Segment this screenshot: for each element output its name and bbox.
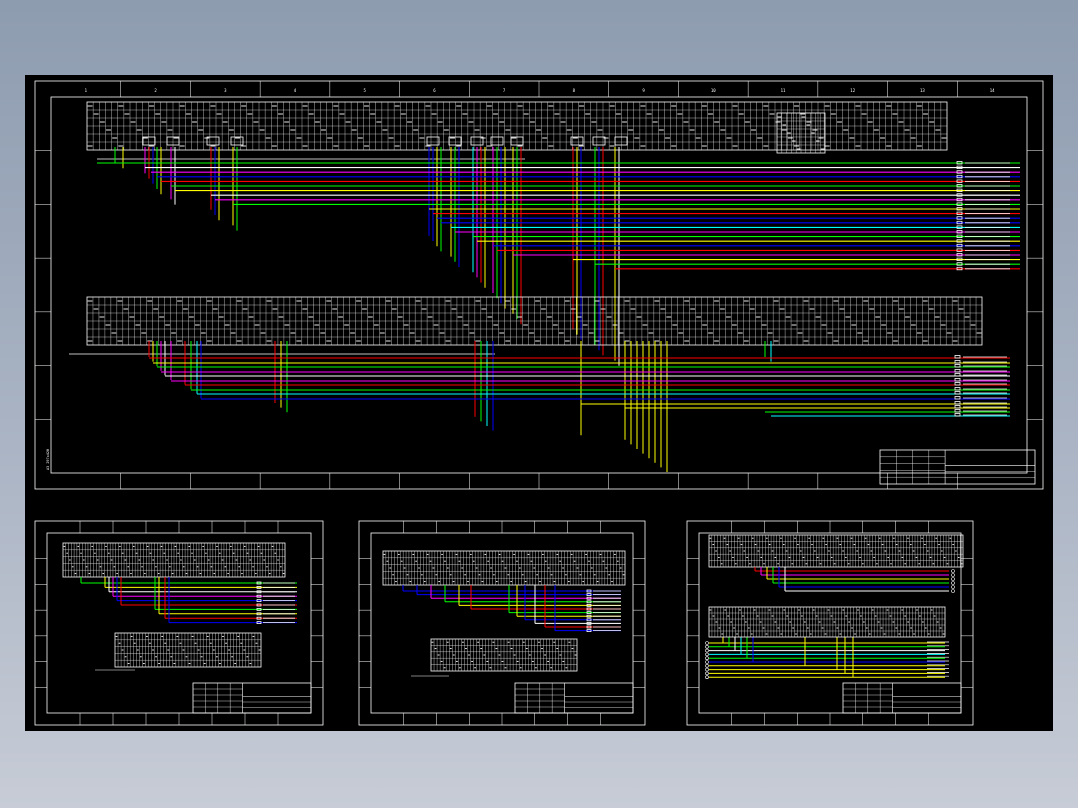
wire-bundle-block1 [114, 147, 620, 366]
col-label: 5 [364, 88, 367, 93]
main-inner-frame [50, 96, 1028, 474]
small-left-strip-top [62, 542, 286, 578]
terminal-group [592, 136, 606, 146]
small-right-strip-mid [708, 606, 946, 638]
wire-runs-block2 [149, 357, 1010, 417]
small-left-strip-bottom [114, 632, 262, 668]
sheet-main: 1 2 3 4 5 6 7 8 9 10 11 12 13 14A3 297x420 [34, 80, 1044, 490]
small_right-title-block [842, 682, 962, 714]
col-label: 6 [433, 88, 436, 93]
small-mid-strip-bottom [430, 638, 578, 672]
col-label: 4 [294, 88, 297, 93]
col-label: 10 [711, 88, 716, 93]
wire-runs-block1 [97, 162, 1020, 270]
small-right-strip-top [708, 534, 964, 568]
small_mid-title-block [514, 682, 634, 714]
legend-block2 [954, 355, 1007, 417]
small-left-wires [80, 577, 297, 624]
terminal-strip-block1-sub [776, 112, 826, 154]
col-label: 14 [990, 88, 995, 93]
col-label: 13 [920, 88, 925, 93]
col-label: 3 [224, 88, 227, 93]
terminal-group [614, 136, 628, 146]
col-label: 9 [642, 88, 645, 93]
terminal-strip-block2 [86, 296, 983, 346]
col-label: 8 [573, 88, 576, 93]
legend-block1 [956, 161, 1010, 271]
wire-bundle-block2 [148, 341, 772, 472]
cad-model-space[interactable]: 1 2 3 4 5 6 7 8 9 10 11 12 13 14 A3 297x420 [25, 75, 1053, 731]
sheet-small_mid [358, 520, 646, 726]
sheet-small_right [686, 520, 974, 726]
col-label: 1 [85, 88, 88, 93]
col-label: 12 [850, 88, 855, 93]
small-mid-wires [402, 585, 621, 632]
drawing-canvas: 1 2 3 4 5 6 7 8 9 10 11 12 13 14A3 297x420 [34, 80, 1044, 726]
terminal-group [490, 136, 504, 146]
small-mid-strip-top [382, 550, 626, 586]
small_left-title-block [192, 682, 312, 714]
terminal-strip-block1 [86, 101, 948, 151]
sheet-small_left [34, 520, 324, 726]
col-label: 11 [781, 88, 786, 93]
col-label: 2 [154, 88, 157, 93]
sheet-size-note: A3 297x420 [46, 449, 50, 470]
col-label: 7 [503, 88, 506, 93]
